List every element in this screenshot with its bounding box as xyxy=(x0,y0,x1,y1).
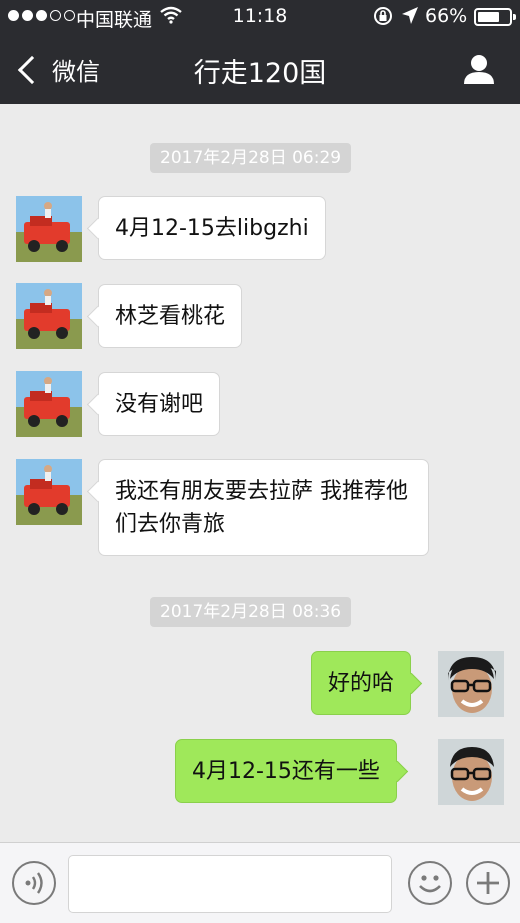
rotation-lock-icon xyxy=(373,6,393,31)
emoji-button[interactable] xyxy=(408,861,452,905)
battery-icon xyxy=(474,8,516,26)
voice-icon xyxy=(25,872,43,894)
outgoing-message: 4月12-15还有一些 xyxy=(175,739,397,803)
my-avatar[interactable] xyxy=(438,739,504,805)
chat-title: 行走120国 xyxy=(193,58,327,89)
voice-button[interactable] xyxy=(12,861,56,905)
contact-avatar[interactable] xyxy=(16,196,82,262)
incoming-message: 林芝看桃花 xyxy=(98,284,243,348)
battery-percentage: 66% xyxy=(425,5,468,27)
contact-avatar[interactable] xyxy=(16,459,82,525)
navigation-bar: 微信 行走120国 xyxy=(0,34,520,104)
message-input[interactable] xyxy=(68,855,392,913)
incoming-message: 我还有朋友要去拉萨 我推荐他们去你青旅 xyxy=(98,459,429,556)
timestamp: 2017年2月28日 06:29 xyxy=(150,143,352,173)
input-bar xyxy=(0,842,520,923)
person-icon xyxy=(464,55,494,84)
outgoing-message: 好的哈 xyxy=(311,651,412,715)
contact-avatar[interactable] xyxy=(16,283,82,349)
top-bar: 中国联通 11:18 66% 微信 行走120国 xyxy=(0,0,520,104)
incoming-message: 没有谢吧 xyxy=(98,372,221,436)
more-button[interactable] xyxy=(466,861,510,905)
my-avatar[interactable] xyxy=(438,651,504,717)
plus-icon xyxy=(477,872,499,894)
incoming-message: 4月12-15去libgzhi xyxy=(98,196,326,260)
status-bar: 中国联通 11:18 66% xyxy=(0,0,520,34)
timestamp: 2017年2月28日 08:36 xyxy=(150,597,352,627)
smiley-icon xyxy=(419,875,441,893)
location-icon xyxy=(401,6,419,31)
contact-avatar[interactable] xyxy=(16,371,82,437)
profile-button[interactable] xyxy=(462,52,496,86)
